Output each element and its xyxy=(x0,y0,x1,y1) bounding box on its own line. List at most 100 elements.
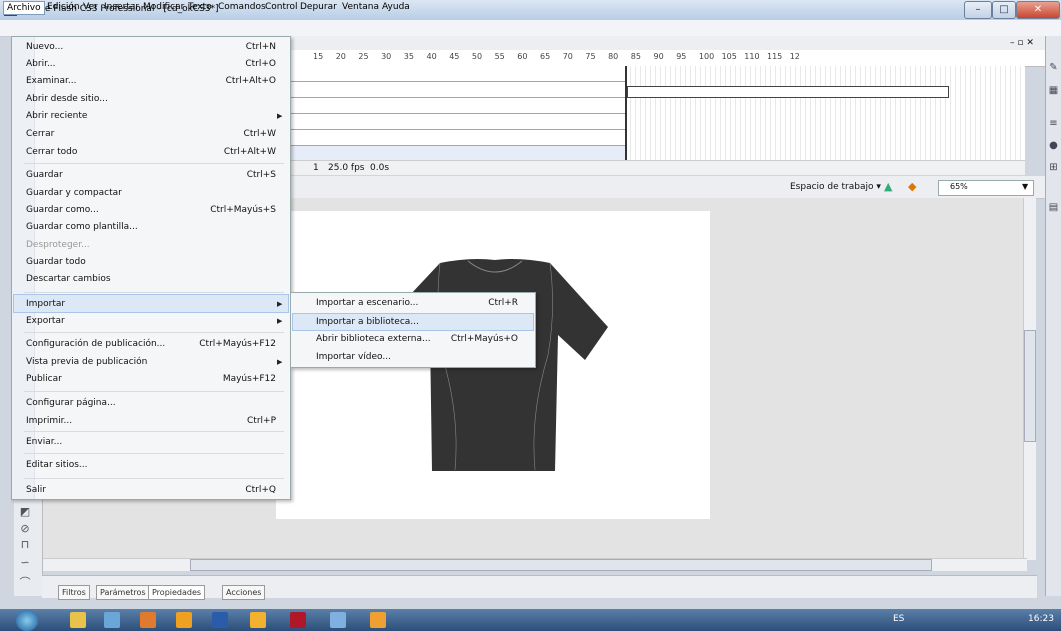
archivo-menu-item[interactable]: Guardar todo xyxy=(26,257,86,267)
straighten-icon[interactable]: ⌒ xyxy=(18,574,32,589)
stroke-color-icon[interactable]: ◩ xyxy=(18,505,32,519)
snap-magnet-icon[interactable]: ⊓ xyxy=(18,538,32,552)
archivo-menu-item[interactable]: Salir xyxy=(26,485,46,495)
taskbar-illustrator-icon[interactable] xyxy=(370,612,386,628)
close-button[interactable]: ✕ xyxy=(1016,1,1060,19)
menu-edicion[interactable]: Edición xyxy=(47,2,80,12)
menu-shortcut: Ctrl+Mayús+S xyxy=(210,205,276,215)
frame-span[interactable] xyxy=(627,86,949,98)
importar-submenu-item[interactable]: Importar a escenario... xyxy=(316,298,418,308)
archivo-menu-item[interactable]: Guardar y compactar xyxy=(26,188,122,198)
library-icon[interactable]: ▤ xyxy=(1047,202,1060,215)
swatches-icon[interactable]: ▦ xyxy=(1047,85,1060,98)
minimize-button[interactable]: – xyxy=(964,1,992,19)
importar-submenu-item[interactable]: Abrir biblioteca externa... xyxy=(316,334,431,344)
taskbar-app-icon[interactable] xyxy=(212,612,228,628)
menu-ayuda[interactable]: Ayuda xyxy=(382,2,410,12)
archivo-menu-item[interactable]: Imprimir... xyxy=(26,416,72,426)
menu-shortcut: Ctrl+O xyxy=(245,59,276,69)
menu-modificar[interactable]: Modificar xyxy=(143,2,184,12)
archivo-menu-item[interactable]: Editar sitios... xyxy=(26,460,88,470)
submenu-shortcut: Ctrl+R xyxy=(488,298,518,308)
importar-submenu-item[interactable]: Importar a biblioteca... xyxy=(316,317,419,327)
ruler-tick-label: 55 xyxy=(494,52,505,61)
layer-row[interactable] xyxy=(290,130,625,146)
workspace-dropdown[interactable]: Espacio de trabajo ▾ xyxy=(790,182,881,192)
menu-comandos[interactable]: Comandos xyxy=(218,2,266,12)
taskbar-flash-icon[interactable] xyxy=(290,612,306,628)
info-icon[interactable]: ● xyxy=(1047,140,1060,153)
menu-shortcut: Ctrl+S xyxy=(246,170,276,180)
language-indicator[interactable]: ES xyxy=(893,614,904,624)
swap-colors-icon[interactable]: ⊘ xyxy=(18,522,32,536)
chevron-down-icon[interactable]: ▼ xyxy=(1022,182,1028,191)
archivo-menu-item[interactable]: Descartar cambios xyxy=(26,274,111,284)
menu-archivo[interactable]: Archivo xyxy=(3,1,45,15)
layer-row[interactable] xyxy=(290,82,625,98)
vertical-scroll-thumb[interactable] xyxy=(1024,330,1036,442)
start-button[interactable] xyxy=(16,610,38,631)
taskbar-clock[interactable]: 16:23 xyxy=(1028,614,1054,624)
ruler-tick-label: 75 xyxy=(585,52,596,61)
archivo-menu-item[interactable]: Guardar como plantilla... xyxy=(26,222,138,232)
align-icon[interactable]: ≡ xyxy=(1047,118,1060,131)
ruler-tick-label: 105 xyxy=(721,52,737,61)
archivo-menu-item[interactable]: Vista previa de publicación xyxy=(26,357,147,367)
taskbar-app-icon[interactable] xyxy=(104,612,120,628)
layer-row[interactable] xyxy=(290,66,625,82)
layer-row[interactable] xyxy=(290,114,625,130)
transform-icon[interactable]: ⊞ xyxy=(1047,162,1060,175)
brush-tool-icon[interactable]: ✎ xyxy=(1047,62,1060,75)
menu-ver[interactable]: Ver xyxy=(83,2,98,12)
menu-texto[interactable]: Texto xyxy=(188,2,212,12)
horizontal-scroll-thumb[interactable] xyxy=(190,559,932,571)
ruler-tick-label: 50 xyxy=(471,52,483,61)
taskbar-app-icon[interactable] xyxy=(140,612,156,628)
taskbar-app-icon[interactable] xyxy=(330,612,346,628)
archivo-menu-item[interactable]: Cerrar xyxy=(26,129,54,139)
archivo-menu-item[interactable]: Configurar página... xyxy=(26,398,116,408)
archivo-menu-item[interactable]: Abrir desde sitio... xyxy=(26,94,108,104)
menu-insertar[interactable]: Insertar xyxy=(104,2,139,12)
edit-scene-icon[interactable]: ▲ xyxy=(884,180,892,193)
frame-rate[interactable]: 25.0 fps xyxy=(328,163,364,173)
tab-filtros[interactable]: Filtros xyxy=(58,585,90,600)
menu-separator xyxy=(24,292,284,293)
tab-parametros[interactable]: Parámetros xyxy=(96,585,150,600)
submenu-arrow-icon: ▶ xyxy=(277,358,283,366)
maximize-button[interactable]: □ xyxy=(992,1,1016,19)
menu-shortcut: Mayús+F12 xyxy=(222,374,276,384)
archivo-menu-item[interactable]: Nuevo... xyxy=(26,42,63,52)
archivo-menu-item[interactable]: Abrir reciente xyxy=(26,111,87,121)
ruler-tick-label: 30 xyxy=(381,52,392,61)
edit-symbol-icon[interactable]: ◆ xyxy=(908,180,916,193)
menu-ventana[interactable]: Ventana xyxy=(342,2,379,12)
importar-submenu-item[interactable]: Importar vídeo... xyxy=(316,352,391,362)
archivo-menu-item[interactable]: Exportar xyxy=(26,316,65,326)
tab-propiedades[interactable]: Propiedades xyxy=(148,585,206,600)
menu-separator xyxy=(24,332,284,333)
smooth-icon[interactable]: ∽ xyxy=(18,556,32,570)
archivo-menu-item[interactable]: Importar xyxy=(26,299,65,309)
timeline-window-controls-icon[interactable]: – ▫ ✕ xyxy=(1010,38,1034,48)
tab-acciones[interactable]: Acciones xyxy=(222,585,266,600)
archivo-menu-item[interactable]: Guardar como... xyxy=(26,205,99,215)
menu-depurar[interactable]: Depurar xyxy=(300,2,337,12)
taskbar-app-icon[interactable] xyxy=(70,612,86,628)
taskbar-app-icon[interactable] xyxy=(250,612,266,628)
archivo-menu-item[interactable]: Abrir... xyxy=(26,59,56,69)
taskbar-app-icon[interactable] xyxy=(176,612,192,628)
archivo-menu-item[interactable]: Examinar... xyxy=(26,76,76,86)
submenu-shortcut: Ctrl+Mayús+O xyxy=(450,334,518,344)
ruler-tick-label: 80 xyxy=(608,52,619,61)
layer-row[interactable] xyxy=(290,98,625,114)
ruler-tick-label: 40 xyxy=(426,52,437,61)
menu-control[interactable]: Control xyxy=(265,2,298,12)
archivo-menu-item[interactable]: Guardar xyxy=(26,170,63,180)
archivo-menu-item[interactable]: Cerrar todo xyxy=(26,147,77,157)
ruler-tick-label: 12 xyxy=(789,52,800,61)
archivo-menu-item[interactable]: Publicar xyxy=(26,374,62,384)
archivo-menu-item[interactable]: Configuración de publicación... xyxy=(26,339,165,349)
menu-separator xyxy=(24,163,284,164)
archivo-menu-item[interactable]: Enviar... xyxy=(26,437,62,447)
